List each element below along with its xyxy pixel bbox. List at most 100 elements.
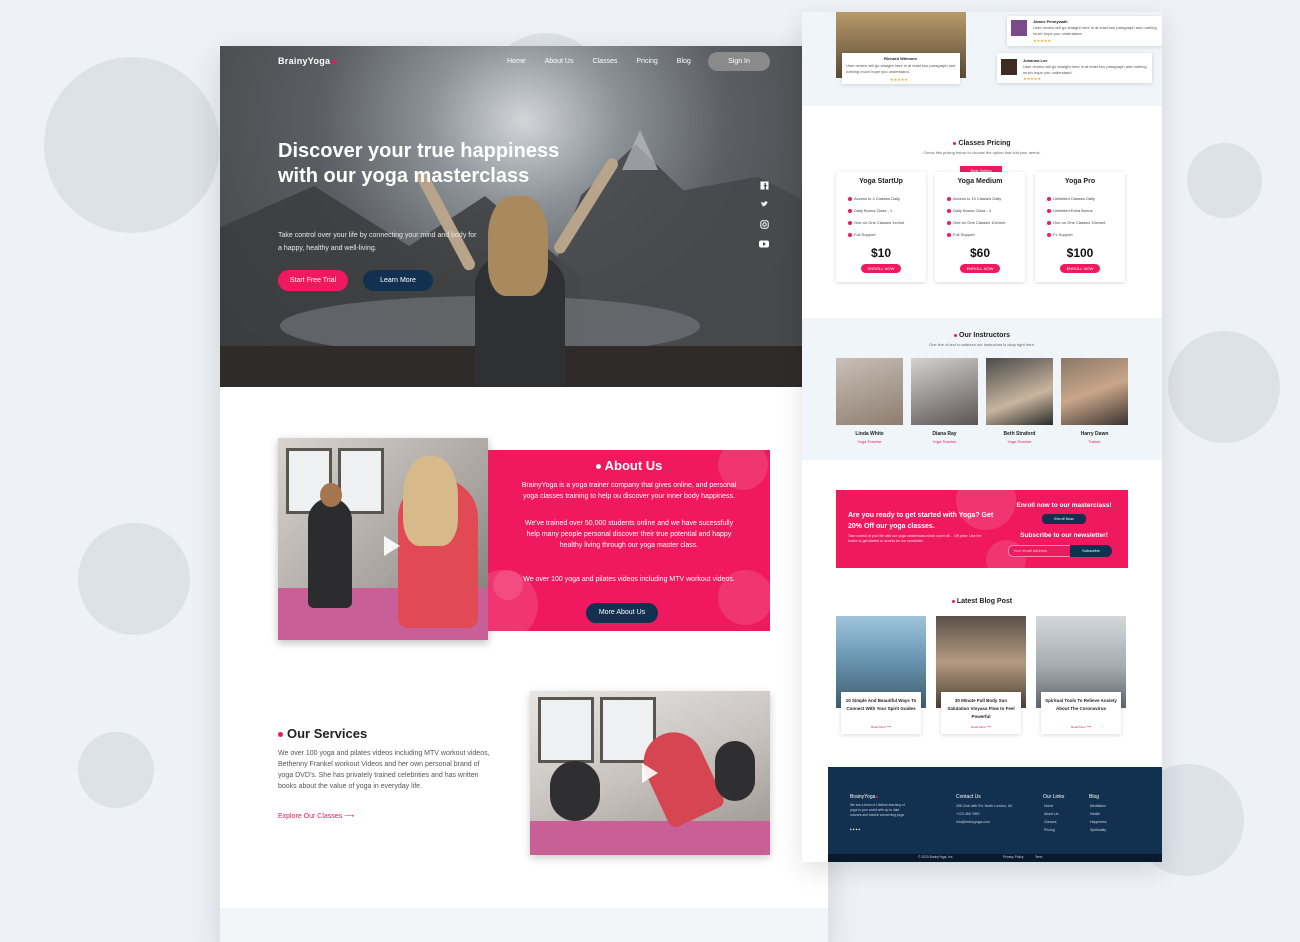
arrow-right-icon: ⟶ <box>344 813 355 820</box>
rating-stars: ★★★★★ <box>1023 76 1041 81</box>
instructor-photo[interactable] <box>911 358 978 425</box>
footer-phone[interactable]: +123 456 7890 <box>956 812 979 816</box>
testimonial-name: Johanna Lee <box>1023 58 1048 63</box>
instructor-photo[interactable] <box>986 358 1053 425</box>
plan-feature: Unlimited Extra Bonus <box>1047 208 1093 213</box>
about-paragraph: We've trained over 50,000 students onlin… <box>524 520 734 549</box>
services-video-thumbnail[interactable] <box>530 691 770 855</box>
blog-post-title: 10 Simple And Beautiful Ways To Connect … <box>845 698 917 711</box>
nav-home[interactable]: Home <box>507 58 526 65</box>
bg-circle <box>78 523 190 635</box>
start-free-trial-button[interactable]: Start Free Trial <box>278 270 348 291</box>
facebook-icon[interactable] <box>759 181 769 191</box>
footer-blog-link[interactable]: Spirituality <box>1090 828 1106 832</box>
read-more-link[interactable]: Read More ⟶ <box>1041 725 1121 729</box>
nav-blog[interactable]: Blog <box>677 58 691 65</box>
play-icon[interactable] <box>384 536 400 556</box>
explore-classes-link[interactable]: Explore Our Classes ⟶ <box>278 812 354 820</box>
footer-email[interactable]: info@brainyyoga.com <box>956 820 990 824</box>
about-paragraph: BrainyYoga is a yoga trainer company tha… <box>521 482 737 500</box>
footer-blog-link[interactable]: Health <box>1090 812 1100 816</box>
blog-caption: Spiritual Tools To Relieve Anxiety About… <box>1041 692 1121 734</box>
learn-more-button[interactable]: Learn More <box>363 270 433 291</box>
twitter-icon[interactable] <box>759 200 769 210</box>
footer-social-icons: ▪▪▪▪ <box>850 827 861 833</box>
person-hair <box>403 456 458 546</box>
instructor-role: Trainer <box>1088 439 1101 444</box>
instructor-role: Yoga Teacher <box>932 439 957 444</box>
youtube-icon[interactable]: ▪ <box>858 827 861 833</box>
sign-in-button[interactable]: Sign In <box>708 52 770 71</box>
title-dot <box>951 599 955 603</box>
instructors-subtitle: One line of text to address our instruct… <box>929 342 1035 347</box>
nav-classes[interactable]: Classes <box>592 58 617 65</box>
nav-pricing[interactable]: Pricing <box>636 58 657 65</box>
about-title-text: About Us <box>604 458 663 473</box>
blog-post-title: 30 Minute Full Body Sun Salutation Vinya… <box>947 698 1015 719</box>
rating-stars: ★★★★★ <box>1033 38 1051 43</box>
instructor-photo[interactable] <box>1061 358 1128 425</box>
footer-blog-link[interactable]: Happiness <box>1090 820 1107 824</box>
instructors-title-text: Our Instructors <box>959 332 1010 339</box>
pricing-title: Classes Pricing <box>802 140 1162 147</box>
enroll-heading: Enroll now to our masterclass! <box>1016 502 1112 509</box>
terms-link[interactable]: Term <box>1035 855 1042 859</box>
bg-circle <box>78 732 154 808</box>
nav-about[interactable]: About Us <box>545 58 574 65</box>
pricing-card-medium: Yoga Medium Access to 10 Classes Daily D… <box>935 172 1025 282</box>
enroll-now-cta-button[interactable]: Enroll Now <box>1042 514 1086 524</box>
window-graphic <box>538 697 594 763</box>
instructors-title: Our Instructors <box>802 332 1162 339</box>
bg-circle <box>1168 331 1280 443</box>
enroll-now-button[interactable]: ENROLL NOW <box>960 264 1000 273</box>
youtube-icon[interactable] <box>759 240 769 250</box>
instructor-photo[interactable] <box>836 358 903 425</box>
footer-link[interactable]: Pricing <box>1044 828 1055 832</box>
plan-feature: Fx Support <box>1047 232 1073 237</box>
blog-title: Latest Blog Post <box>802 598 1162 605</box>
hero-subtitle: Take control over your life by connectin… <box>278 232 477 252</box>
instructor-name: Linda White <box>855 431 884 437</box>
plan-name: Yoga StartUp <box>859 178 903 185</box>
pricing-subtitle: Check this pricing below to choose the o… <box>923 150 1041 155</box>
plan-feature: Unlimited Classes Daily <box>1046 196 1096 201</box>
footer-logo-text: BrainyYoga <box>850 794 876 800</box>
logo-text: BrainyYoga <box>278 56 331 66</box>
cta-heading: Are you ready to get started with Yoga? … <box>848 512 994 530</box>
blog-card[interactable]: Spiritual Tools To Relieve Anxiety About… <box>1036 616 1126 734</box>
avatar <box>1001 59 1017 75</box>
read-more-link[interactable]: Read More ⟶ <box>841 725 921 729</box>
testimonial-name: James Pennywath <box>1033 19 1068 24</box>
play-icon[interactable] <box>642 763 658 783</box>
footer-link[interactable]: About Us <box>1044 812 1058 816</box>
plan-feature: Daily Bonus Class - 1 <box>847 208 893 213</box>
footer-blog-link[interactable]: Meditation <box>1090 804 1106 808</box>
cta-banner: Are you ready to get started with Yoga? … <box>836 490 1128 568</box>
about-video-thumbnail[interactable] <box>278 438 488 640</box>
testimonial-card: Richard Whimore User review will go stra… <box>842 53 960 84</box>
next-section-strip <box>220 908 828 942</box>
footer-link[interactable]: Home <box>1044 804 1053 808</box>
person-figure <box>308 498 352 608</box>
title-dot <box>954 333 958 337</box>
services-title-text: Our Services <box>287 726 368 741</box>
blog-card[interactable]: 10 Simple And Beautiful Ways To Connect … <box>836 616 926 734</box>
plan-name: Yoga Medium <box>957 178 1003 185</box>
more-about-us-button[interactable]: More About Us <box>586 603 658 623</box>
footer-address: 256 Club with Rd. North London, UK <box>956 804 1013 808</box>
enroll-now-button[interactable]: ENROLL NOW <box>1060 264 1100 273</box>
blog-card[interactable]: 30 Minute Full Body Sun Salutation Vinya… <box>936 616 1026 734</box>
site-logo[interactable]: BrainyYoga <box>278 56 337 66</box>
subscribe-button[interactable]: Subscribe <box>1070 545 1112 557</box>
enroll-now-button[interactable]: ENROLL NOW <box>861 264 901 273</box>
read-more-link[interactable]: Read More ⟶ <box>941 725 1021 729</box>
hero-section: BrainyYoga Home About Us Classes Pricing… <box>220 46 828 387</box>
copyright-text: © 2020 BrainyYoga, Inc <box>918 855 953 859</box>
cta-text: Take control of your life with our yoga … <box>848 534 982 543</box>
privacy-policy-link[interactable]: Privacy Policy <box>1003 855 1024 859</box>
instagram-icon[interactable] <box>759 220 769 230</box>
footer-link[interactable]: Classes <box>1044 820 1056 824</box>
footer-description: We are a team of Lifetime teaching of yo… <box>850 803 905 817</box>
footer-logo[interactable]: BrainyYoga <box>850 794 879 800</box>
rating-stars: ★★★★★ <box>890 77 908 82</box>
